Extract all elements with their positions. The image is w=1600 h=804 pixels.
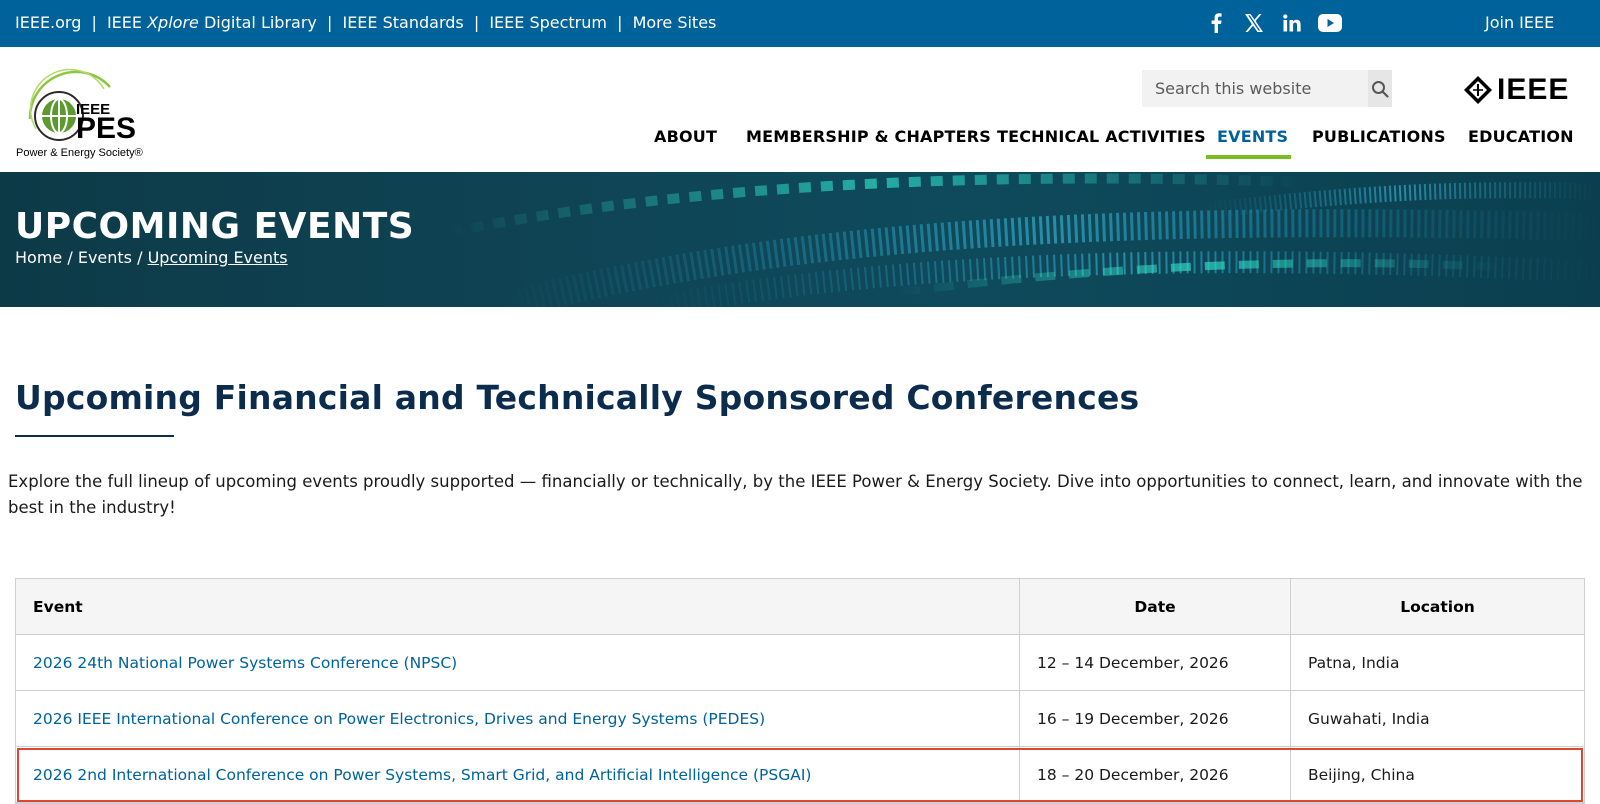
breadcrumb-separator: /	[67, 248, 78, 267]
event-cell: 2026 IEEE International Conference on Po…	[16, 691, 1020, 746]
link-more-sites[interactable]: More Sites	[633, 13, 717, 32]
event-link[interactable]: 2026 IEEE International Conference on Po…	[33, 710, 765, 728]
link-ieee-spectrum[interactable]: IEEE Spectrum	[489, 13, 607, 32]
column-header-event: Event	[16, 579, 1020, 634]
link-ieee-xplore[interactable]: IEEE Xplore Digital Library	[107, 13, 317, 32]
event-link[interactable]: 2026 24th National Power Systems Confere…	[33, 654, 457, 672]
search-icon	[1372, 80, 1389, 98]
date-cell: 16 – 19 December, 2026	[1020, 691, 1291, 746]
xplore-prefix: IEEE	[106, 13, 142, 32]
linkedin-icon[interactable]	[1280, 11, 1304, 35]
xplore-suffix: Digital Library	[203, 13, 317, 32]
utility-bar: IEEE.org | IEEE Xplore Digital Library |…	[0, 0, 1600, 47]
event-link[interactable]: 2026 2nd International Conference on Pow…	[33, 766, 811, 784]
location-cell: Patna, India	[1308, 653, 1400, 672]
nav-education[interactable]: EDUCATION	[1468, 127, 1574, 146]
heading-rule	[15, 435, 174, 437]
youtube-icon[interactable]	[1318, 11, 1342, 35]
link-ieee-standards[interactable]: IEEE Standards	[342, 13, 463, 32]
search-input[interactable]	[1142, 70, 1368, 107]
sites-links: IEEE.org | IEEE Xplore Digital Library |…	[15, 13, 716, 32]
breadcrumb-separator: /	[137, 248, 148, 267]
social-links	[1204, 11, 1342, 35]
separator: |	[473, 13, 480, 32]
breadcrumb: Home / Events / Upcoming Events	[15, 248, 288, 267]
ieee-wordmark: IEEE	[1497, 73, 1570, 106]
ieee-logo[interactable]: IEEE	[1463, 73, 1569, 107]
event-cell: 2026 2nd International Conference on Pow…	[16, 747, 1020, 802]
separator: |	[326, 13, 333, 32]
x-icon[interactable]	[1242, 11, 1266, 35]
link-ieee-org[interactable]: IEEE.org	[15, 13, 81, 32]
event-cell: 2026 24th National Power Systems Confere…	[16, 635, 1020, 690]
table-header-row: Event Date Location	[16, 579, 1584, 635]
xplore-word: Xplore	[147, 13, 199, 32]
section-heading: Upcoming Financial and Technically Spons…	[15, 378, 1140, 417]
search-button[interactable]	[1368, 70, 1392, 107]
date-cell: 18 – 20 December, 2026	[1020, 747, 1291, 802]
date-cell: 12 – 14 December, 2026	[1020, 635, 1291, 690]
nav-about[interactable]: ABOUT	[654, 127, 717, 146]
page-title: UPCOMING EVENTS	[15, 206, 415, 247]
breadcrumb-current[interactable]: Upcoming Events	[148, 248, 288, 267]
separator: |	[91, 13, 97, 32]
table-row: 2026 IEEE International Conference on Po…	[16, 691, 1584, 747]
site-header: IEEE PES Power & Energy Society® IEEE AB…	[0, 47, 1600, 172]
column-header-date: Date	[1020, 579, 1291, 634]
nav-membership-chapters[interactable]: MEMBERSHIP & CHAPTERS	[746, 127, 991, 146]
ieee-diamond-icon	[1464, 76, 1492, 104]
separator: |	[617, 13, 623, 32]
events-table: Event Date Location 2026 24th National P…	[15, 578, 1585, 804]
hero-banner: UPCOMING EVENTS Home / Events / Upcoming…	[0, 172, 1600, 307]
table-row: 2026 24th National Power Systems Confere…	[16, 635, 1584, 691]
table-row-highlighted: 2026 2nd International Conference on Pow…	[16, 747, 1584, 803]
nav-active-indicator	[1206, 155, 1291, 159]
nav-publications[interactable]: PUBLICATIONS	[1312, 127, 1446, 146]
nav-technical-activities[interactable]: TECHNICAL ACTIVITIES	[997, 127, 1206, 146]
breadcrumb-events[interactable]: Events	[78, 248, 132, 267]
location-cell: Beijing, China	[1308, 765, 1415, 784]
breadcrumb-home[interactable]: Home	[15, 248, 62, 267]
site-search	[1142, 70, 1392, 107]
nav-events[interactable]: EVENTS	[1217, 127, 1288, 146]
join-ieee-link[interactable]: Join IEEE	[1485, 13, 1554, 32]
main-nav: ABOUT MEMBERSHIP & CHAPTERS TECHNICAL AC…	[0, 127, 1600, 159]
intro-paragraph: Explore the full lineup of upcoming even…	[8, 472, 1583, 517]
column-header-location: Location	[1400, 597, 1475, 616]
location-cell: Guwahati, India	[1308, 709, 1430, 728]
facebook-icon[interactable]	[1204, 11, 1228, 35]
